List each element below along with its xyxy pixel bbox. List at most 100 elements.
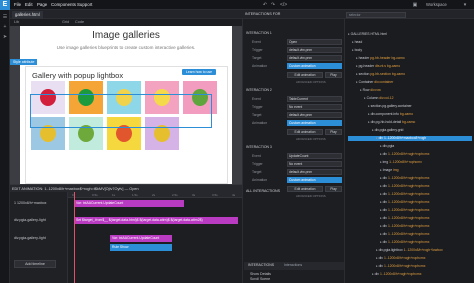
add-timeline-button[interactable]: Add timeline xyxy=(14,260,56,268)
tree-node[interactable]: ▸ div.pgia xyxy=(348,144,472,149)
workspace-dropdown[interactable]: Workspace xyxy=(426,1,447,9)
playhead[interactable] xyxy=(74,192,75,283)
play-button[interactable]: Play xyxy=(325,186,342,192)
trigger-select[interactable]: No event xyxy=(287,104,342,110)
tab-code[interactable]: Code xyxy=(75,19,84,26)
tree-node[interactable]: ▸ head xyxy=(348,40,472,45)
tree-node[interactable]: ▸ pg-header dts.nt.s bg-camo xyxy=(348,64,472,69)
timeline-row-label[interactable]: div.pgia-gallery-light xyxy=(14,236,46,240)
tree-nodes: ▸ GALLERIES HTML html ▸ head ▸ body ▸ heade… xyxy=(348,32,472,282)
tree-node[interactable]: ▸ div 1..1200x8/h+rogh+rophcmx xyxy=(348,264,472,269)
menu-file[interactable]: File xyxy=(14,1,21,9)
advanced-options-link[interactable]: ADVANCED OPTIONS xyxy=(296,80,326,84)
tree-node[interactable]: ▸ div 1..1200x8/h+rogh+rophcmx xyxy=(348,200,472,205)
play-button[interactable]: Play xyxy=(325,72,342,78)
menu-support[interactable]: Support xyxy=(77,1,92,9)
tree-node[interactable]: ▸ div 1..1200x8/h+rogh+rophcmx xyxy=(348,272,472,277)
tree-node-tag: div.component.info xyxy=(370,112,399,116)
style-attribute-chip[interactable]: Style attribute xyxy=(10,59,38,65)
insert-icon[interactable]: + xyxy=(2,24,8,30)
view-tabs: Lib Grid Code xyxy=(10,19,242,26)
menu-components[interactable]: Components xyxy=(51,1,76,9)
edit-animation-button[interactable]: Edit animation xyxy=(287,72,323,78)
chevron-down-icon[interactable]: ▾ xyxy=(462,2,468,8)
timeline-bar[interactable]: Rule Show xyxy=(110,244,172,251)
tree-node[interactable]: ▸ div 1..1200x8/h+rogh+rophcmx xyxy=(348,176,472,181)
monitor-icon[interactable]: ▣ xyxy=(412,2,418,8)
advanced-options-link[interactable]: ADVANCED OPTIONS xyxy=(296,194,326,198)
tree-node[interactable]: ▸ Image img xyxy=(348,168,472,173)
field-label: Animation xyxy=(252,64,268,68)
timeline-row-label[interactable]: 1 1200x8/h+maxbox xyxy=(14,201,46,205)
tree-node[interactable]: ▸ img 1..1200x8/h+rophcmx xyxy=(348,160,472,165)
target-select[interactable]: default.vbv.pnm xyxy=(287,55,342,61)
tree-node[interactable]: ▸ div.pgia.gallery.grid xyxy=(348,128,472,133)
target-select[interactable]: default.vbv.pnm xyxy=(287,169,342,175)
tree-node[interactable]: ▸ div 1..1200x8/h+rogh+rophcmx xyxy=(348,184,472,189)
code-icon[interactable]: </> xyxy=(280,2,287,8)
timeline-bar[interactable]: Set $target_.from$__ $(target.data-html)… xyxy=(74,217,238,224)
tree-search-input[interactable]: selector xyxy=(346,12,406,18)
field-label: Animation xyxy=(252,121,268,125)
interaction-item[interactable]: Show Details xyxy=(250,272,271,276)
tree-node-class: div.row xyxy=(369,88,381,92)
undo-icon[interactable]: ↶ xyxy=(262,2,268,8)
tree-node-class: div.col-12 xyxy=(378,96,394,100)
tree-node[interactable]: ▸ div 1..1200x8/h+rogh+rophcmx xyxy=(348,240,472,245)
advanced-options-link[interactable]: ADVANCED OPTIONS xyxy=(296,137,326,141)
event-select[interactable]: Open xyxy=(287,39,342,45)
tree-node[interactable]: ▸ Row div.row xyxy=(348,88,472,93)
tree-node[interactable]: ▸ div 1..1200x8/h+rogh+rophcmx xyxy=(348,192,472,197)
tree-node-class: 1..1200x8/h+rogh+rophcmx xyxy=(387,152,430,156)
interactions-list-header: INTERACTIONS Interactions xyxy=(244,262,344,270)
tree-node[interactable]: ▸ div.pgia.lightbox 1..1200x8/h+rogh+low… xyxy=(348,248,472,253)
interaction-item[interactable]: Scroll Scene xyxy=(250,277,270,281)
tree-node[interactable]: ▸ Column div.col-12 xyxy=(348,96,472,101)
timeline-row-label[interactable]: div.pgia-gallery-light xyxy=(14,218,46,222)
tree-node-tag: div.pgia.gallery.grid xyxy=(374,128,404,132)
tree-node[interactable]: ▸ div 1..1200x8/h+rogh+rophcmx xyxy=(348,232,472,237)
event-select[interactable]: TableCurrent xyxy=(287,96,342,102)
tree-node[interactable]: ▸ GALLERIES HTML html xyxy=(348,32,472,37)
tree-node[interactable]: ▸ div.pg-hb-hold-detail bg-camo xyxy=(348,120,472,125)
tree-node[interactable]: ▸ div 1..1200x8/h+rogh+rophcmx xyxy=(348,208,472,213)
page-tab-galleries[interactable]: galleries.html xyxy=(12,11,43,19)
page-title: Image galleries xyxy=(92,30,160,41)
tree-node[interactable]: ▸ header pg-hb-header bg-camo xyxy=(348,56,472,61)
tick-label: 3s xyxy=(192,193,196,197)
tree-node[interactable]: ▸ section.pg.gallery.container xyxy=(348,104,472,109)
pages-icon[interactable]: ☰ xyxy=(2,14,8,20)
animation-select[interactable]: Custom animation xyxy=(287,120,342,126)
tab-grid[interactable]: Grid xyxy=(62,19,69,26)
menu-page[interactable]: Page xyxy=(37,1,47,9)
page-subtitle: Use image galleries blueprints to create… xyxy=(56,45,196,50)
timeline-bar[interactable]: Var: txtAACurrent.UpdateCount xyxy=(74,200,184,207)
learn-how-button[interactable]: Learn how to use xyxy=(182,69,216,75)
tree-node-class: 1..1200x8/h+maxbox8+rogh xyxy=(383,136,427,140)
play-button[interactable]: Play xyxy=(325,129,342,135)
edit-animation-button[interactable]: Edit animation xyxy=(287,186,323,192)
tab-lib[interactable]: Lib xyxy=(14,19,19,26)
tree-node[interactable]: ▸ div 1..1200x8/h+rogh+rophcmx xyxy=(348,224,472,229)
animation-select[interactable]: Custom animation xyxy=(287,177,342,183)
tree-node[interactable]: ▸ div 1..1200x8/h+rogh+rophcmx xyxy=(348,216,472,221)
tree-node[interactable]: ▸ section pg-hb-section bg-camo xyxy=(348,72,472,77)
tree-node[interactable]: ▸ Container div.container xyxy=(348,80,472,85)
event-select[interactable]: UpdateCount xyxy=(287,153,342,159)
tree-node[interactable]: ▸ div 1..1200x8/h+maxbox8+rogh xyxy=(348,136,472,141)
menu-edit[interactable]: Edit xyxy=(25,1,33,9)
trigger-select[interactable]: default.vbv.pnm xyxy=(287,47,342,53)
tree-node[interactable]: ▸ div 1..1200x8/h+rogh+rophcmx xyxy=(348,256,472,261)
tree-node[interactable]: ▸ div.component.info bg-camo xyxy=(348,112,472,117)
tree-node[interactable]: ▸ div 1..1200x8/h+rogh+rophcmx xyxy=(348,152,472,157)
timeline-bar[interactable]: Var: txtAACurrent.UpdateCount xyxy=(110,235,172,242)
cursor-icon[interactable]: ➤ xyxy=(2,34,8,40)
redo-icon[interactable]: ↷ xyxy=(270,2,276,8)
edit-animation-button[interactable]: Edit animation xyxy=(287,129,323,135)
target-select[interactable]: default.vbv.pnm xyxy=(287,112,342,118)
tree-node[interactable]: ▸ body xyxy=(348,48,472,53)
tick-label: 2.5s xyxy=(172,193,178,197)
animation-select[interactable]: Custom animation xyxy=(287,63,342,69)
tick-label: 1.5s xyxy=(132,193,138,197)
trigger-select[interactable]: No event xyxy=(287,161,342,167)
